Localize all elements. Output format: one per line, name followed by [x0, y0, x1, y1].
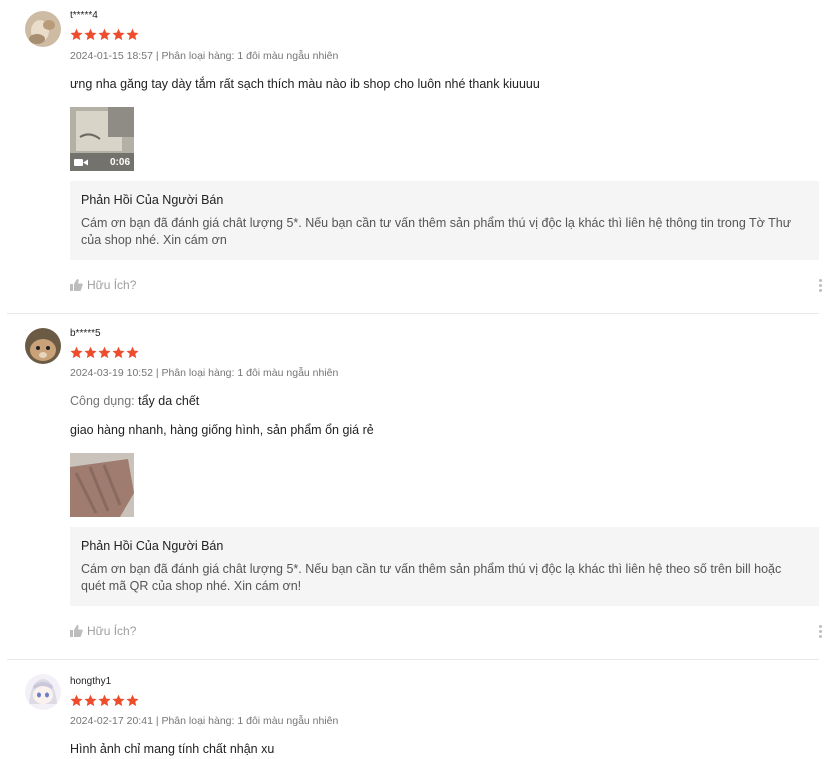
review-image-thumbnail[interactable]	[70, 453, 134, 517]
review-attribute: Công dụng: tẩy da chết	[70, 394, 199, 408]
star-icon	[70, 694, 83, 707]
seller-reply-text: Cám ơn bạn đã đánh giá chât lượng 5*. Nế…	[81, 216, 792, 247]
rating-stars	[70, 346, 139, 359]
seller-reply-title: Phản Hồi Của Người Bán	[81, 539, 224, 553]
seller-reply: Phản Hồi Của Người Bán Cám ơn bạn đã đán…	[70, 527, 819, 606]
helpful-button[interactable]: Hữu Ích?	[70, 278, 136, 292]
star-icon	[98, 346, 111, 359]
star-icon	[112, 694, 125, 707]
helpful-label: Hữu Ích?	[87, 624, 137, 638]
avatar[interactable]	[25, 328, 61, 364]
star-icon	[84, 346, 97, 359]
avatar[interactable]	[25, 674, 61, 710]
more-options-icon[interactable]	[817, 279, 823, 295]
seller-reply: Phản Hồi Của Người Bán Cám ơn bạn đã đán…	[70, 181, 819, 260]
rating-stars	[70, 694, 139, 707]
review-meta: 2024-03-19 10:52 | Phân loại hàng: 1 đôi…	[70, 367, 339, 379]
star-icon	[70, 28, 83, 41]
star-icon	[126, 346, 139, 359]
reviewer-username[interactable]: hongthy1	[70, 676, 111, 687]
more-options-icon[interactable]	[817, 625, 823, 641]
star-icon	[84, 28, 97, 41]
review-meta: 2024-01-15 18:57 | Phân loại hàng: 1 đôi…	[70, 50, 339, 62]
reviewer-username[interactable]: t*****4	[70, 10, 98, 21]
review-video-thumbnail[interactable]: 0:06	[70, 107, 134, 171]
seller-reply-text: Cám ơn bạn đã đánh giá chât lượng 5*. Nế…	[81, 562, 782, 593]
star-icon	[98, 28, 111, 41]
review-item: hongthy1 2024-02-17 20:41 | Phân loại hà…	[7, 660, 819, 759]
star-icon	[84, 694, 97, 707]
video-camera-icon	[74, 158, 88, 166]
review-text: ưng nha găng tay dày tắm rất sạch thích …	[70, 77, 540, 91]
star-icon	[112, 28, 125, 41]
reviewer-username[interactable]: b*****5	[70, 328, 101, 339]
helpful-label: Hữu Ích?	[87, 278, 137, 292]
thumbs-up-icon	[70, 279, 83, 291]
star-icon	[126, 28, 139, 41]
attribute-value: tẩy da chết	[138, 394, 200, 408]
helpful-button[interactable]: Hữu Ích?	[70, 624, 136, 638]
seller-reply-title: Phản Hồi Của Người Bán	[81, 193, 224, 207]
video-bar: 0:06	[70, 153, 134, 171]
star-icon	[126, 694, 139, 707]
attribute-label: Công dụng:	[70, 394, 135, 408]
review-item: t*****4 2024-01-15 18:57 | Phân loại hàn…	[7, 0, 822, 314]
rating-stars	[70, 28, 139, 41]
review-text: Hình ảnh chỉ mang tính chất nhận xu	[70, 742, 275, 756]
review-text: giao hàng nhanh, hàng giống hình, sản ph…	[70, 423, 374, 437]
review-meta: 2024-02-17 20:41 | Phân loại hàng: 1 đôi…	[70, 715, 339, 727]
review-item: b*****5 2024-03-19 10:52 | Phân loại hàn…	[7, 314, 822, 660]
avatar[interactable]	[25, 11, 61, 47]
thumbs-up-icon	[70, 625, 83, 637]
star-icon	[98, 694, 111, 707]
star-icon	[112, 346, 125, 359]
video-duration: 0:06	[109, 156, 130, 168]
star-icon	[70, 346, 83, 359]
